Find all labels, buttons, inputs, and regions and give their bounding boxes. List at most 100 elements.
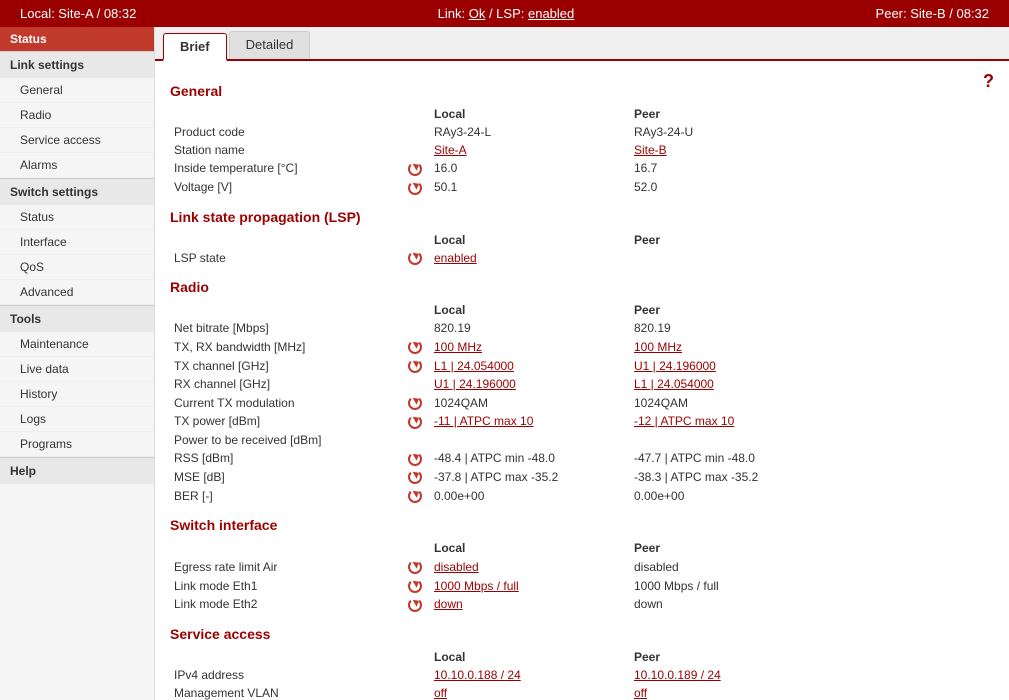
sidebar-item-status[interactable]: Status — [0, 205, 154, 230]
refresh-icon[interactable] — [408, 560, 422, 574]
table-row: TX power [dBm] -11 | ATPC max 10 -12 | A… — [170, 412, 994, 431]
table-row: LSP state enabled — [170, 249, 994, 268]
sidebar-item-live-data[interactable]: Live data — [0, 357, 154, 382]
refresh-icon[interactable] — [408, 415, 422, 429]
rx-ch-local-link[interactable]: U1 | 24.196000 — [434, 377, 516, 391]
switch-table: Local Peer Egress rate limit Air disable… — [170, 539, 994, 613]
table-row: Link mode Eth1 1000 Mbps / full 1000 Mbp… — [170, 576, 994, 595]
lsp-state-link[interactable]: enabled — [434, 251, 477, 265]
table-row: Inside temperature [°C] 16.0 16.7 — [170, 159, 994, 178]
section-general-title: General — [170, 83, 994, 99]
table-row: Link mode Eth2 down down — [170, 595, 994, 614]
tx-power-peer-link[interactable]: -12 | ATPC max 10 — [634, 414, 734, 428]
refresh-icon[interactable] — [408, 396, 422, 410]
table-row: Station name Site-A Site-B — [170, 141, 994, 159]
table-row: Voltage [V] 50.1 52.0 — [170, 178, 994, 197]
table-row: Net bitrate [Mbps] 820.19820.19 — [170, 319, 994, 337]
rx-ch-peer-link[interactable]: L1 | 24.054000 — [634, 377, 714, 391]
radio-peer-header: Peer — [630, 301, 994, 319]
eth1-local-link[interactable]: 1000 Mbps / full — [434, 579, 519, 593]
refresh-icon[interactable] — [408, 251, 422, 265]
ipv4-local-link[interactable]: 10.10.0.188 / 24 — [434, 668, 521, 682]
section-service-title: Service access — [170, 626, 994, 642]
vlan-local-link[interactable]: off — [434, 686, 447, 700]
link-info: Link: Ok / LSP: enabled — [438, 6, 575, 21]
tab-brief[interactable]: Brief — [163, 33, 227, 61]
sidebar-item-maintenance[interactable]: Maintenance — [0, 332, 154, 357]
table-row: TX, RX bandwidth [MHz] 100 MHz 100 MHz — [170, 337, 994, 356]
sidebar-item-programs[interactable]: Programs — [0, 432, 154, 457]
vlan-peer-link[interactable]: off — [634, 686, 647, 700]
main-layout: StatusLink settingsGeneralRadioService a… — [0, 27, 1009, 700]
sidebar-item-advanced[interactable]: Advanced — [0, 280, 154, 305]
radio-table: Local Peer Net bitrate [Mbps] 820.19820.… — [170, 301, 994, 505]
tx-power-local-link[interactable]: -11 | ATPC max 10 — [434, 414, 533, 428]
sa-peer-header: Peer — [630, 648, 994, 666]
table-row: Current TX modulation 1024QAM1024QAM — [170, 393, 994, 412]
tx-ch-peer-link[interactable]: U1 | 24.196000 — [634, 359, 716, 373]
sidebar-item-interface[interactable]: Interface — [0, 230, 154, 255]
refresh-icon[interactable] — [408, 489, 422, 503]
table-row: Management VLAN off off — [170, 684, 994, 700]
service-table: Local Peer IPv4 address 10.10.0.188 / 24… — [170, 648, 994, 700]
refresh-icon[interactable] — [408, 598, 422, 612]
refresh-icon[interactable] — [408, 162, 422, 176]
sidebar-item-service-access[interactable]: Service access — [0, 128, 154, 153]
help-icon[interactable]: ? — [983, 71, 994, 92]
table-row: Egress rate limit Air disabled disabled — [170, 557, 994, 576]
sidebar-item-alarms[interactable]: Alarms — [0, 153, 154, 178]
egress-local-link[interactable]: disabled — [434, 560, 479, 574]
general-local-header: Local — [430, 105, 630, 123]
peer-info: Peer: Site-B / 08:32 — [876, 6, 989, 21]
top-bar: Local: Site-A / 08:32 Link: Ok / LSP: en… — [0, 0, 1009, 27]
table-row: RSS [dBm] -48.4 | ATPC min -48.0 -47.7 |… — [170, 449, 994, 468]
table-row: MSE [dB] -37.8 | ATPC max -35.2 -38.3 | … — [170, 468, 994, 487]
tab-detailed[interactable]: Detailed — [229, 31, 311, 59]
general-table: Local Peer Product code RAy3-24-L RAy3-2… — [170, 105, 994, 197]
table-row: IPv4 address 10.10.0.188 / 24 10.10.0.18… — [170, 666, 994, 684]
sidebar-group-link-settings: Link settings — [0, 51, 154, 78]
refresh-icon[interactable] — [408, 470, 422, 484]
lsp-local-header: Local — [430, 231, 630, 249]
lsp-table: Local Peer LSP state enabled — [170, 231, 994, 268]
sidebar-header-status: Status — [0, 27, 154, 51]
sidebar-group-help: Help — [0, 457, 154, 484]
section-lsp-title: Link state propagation (LSP) — [170, 209, 994, 225]
section-switch-title: Switch interface — [170, 517, 994, 533]
sa-local-header: Local — [430, 648, 630, 666]
refresh-icon[interactable] — [408, 579, 422, 593]
general-peer-header: Peer — [630, 105, 994, 123]
bw-peer-link[interactable]: 100 MHz — [634, 340, 682, 354]
sidebar: StatusLink settingsGeneralRadioService a… — [0, 27, 155, 700]
local-info: Local: Site-A / 08:32 — [20, 6, 136, 21]
ipv4-peer-link[interactable]: 10.10.0.189 / 24 — [634, 668, 721, 682]
station-peer-link[interactable]: Site-B — [634, 143, 667, 157]
table-row: BER [-] 0.00e+00 0.00e+00 — [170, 486, 994, 505]
station-local-link[interactable]: Site-A — [434, 143, 467, 157]
tabs-bar: BriefDetailed — [155, 27, 1009, 61]
sw-peer-header: Peer — [630, 539, 994, 557]
sidebar-group-tools: Tools — [0, 305, 154, 332]
table-row: Product code RAy3-24-L RAy3-24-U — [170, 123, 994, 141]
sidebar-item-history[interactable]: History — [0, 382, 154, 407]
refresh-icon[interactable] — [408, 359, 422, 373]
refresh-icon[interactable] — [408, 340, 422, 354]
table-row: TX channel [GHz] L1 | 24.054000 U1 | 24.… — [170, 356, 994, 375]
bw-local-link[interactable]: 100 MHz — [434, 340, 482, 354]
table-row: RX channel [GHz] U1 | 24.196000 L1 | 24.… — [170, 375, 994, 393]
tx-ch-local-link[interactable]: L1 | 24.054000 — [434, 359, 514, 373]
sidebar-item-qos[interactable]: QoS — [0, 255, 154, 280]
content-inner: ? General Local Peer Product code RAy3-2… — [155, 61, 1009, 700]
sidebar-item-radio[interactable]: Radio — [0, 103, 154, 128]
table-row: Power to be received [dBm] — [170, 431, 994, 449]
refresh-icon[interactable] — [408, 452, 422, 466]
sidebar-item-logs[interactable]: Logs — [0, 407, 154, 432]
refresh-icon[interactable] — [408, 181, 422, 195]
sidebar-item-general[interactable]: General — [0, 78, 154, 103]
sw-local-header: Local — [430, 539, 630, 557]
lsp-status[interactable]: enabled — [528, 6, 574, 21]
lsp-peer-header: Peer — [630, 231, 994, 249]
link-ok[interactable]: Ok — [469, 6, 486, 21]
eth2-local-link[interactable]: down — [434, 597, 463, 611]
content-area: BriefDetailed ? General Local Peer Produ… — [155, 27, 1009, 700]
